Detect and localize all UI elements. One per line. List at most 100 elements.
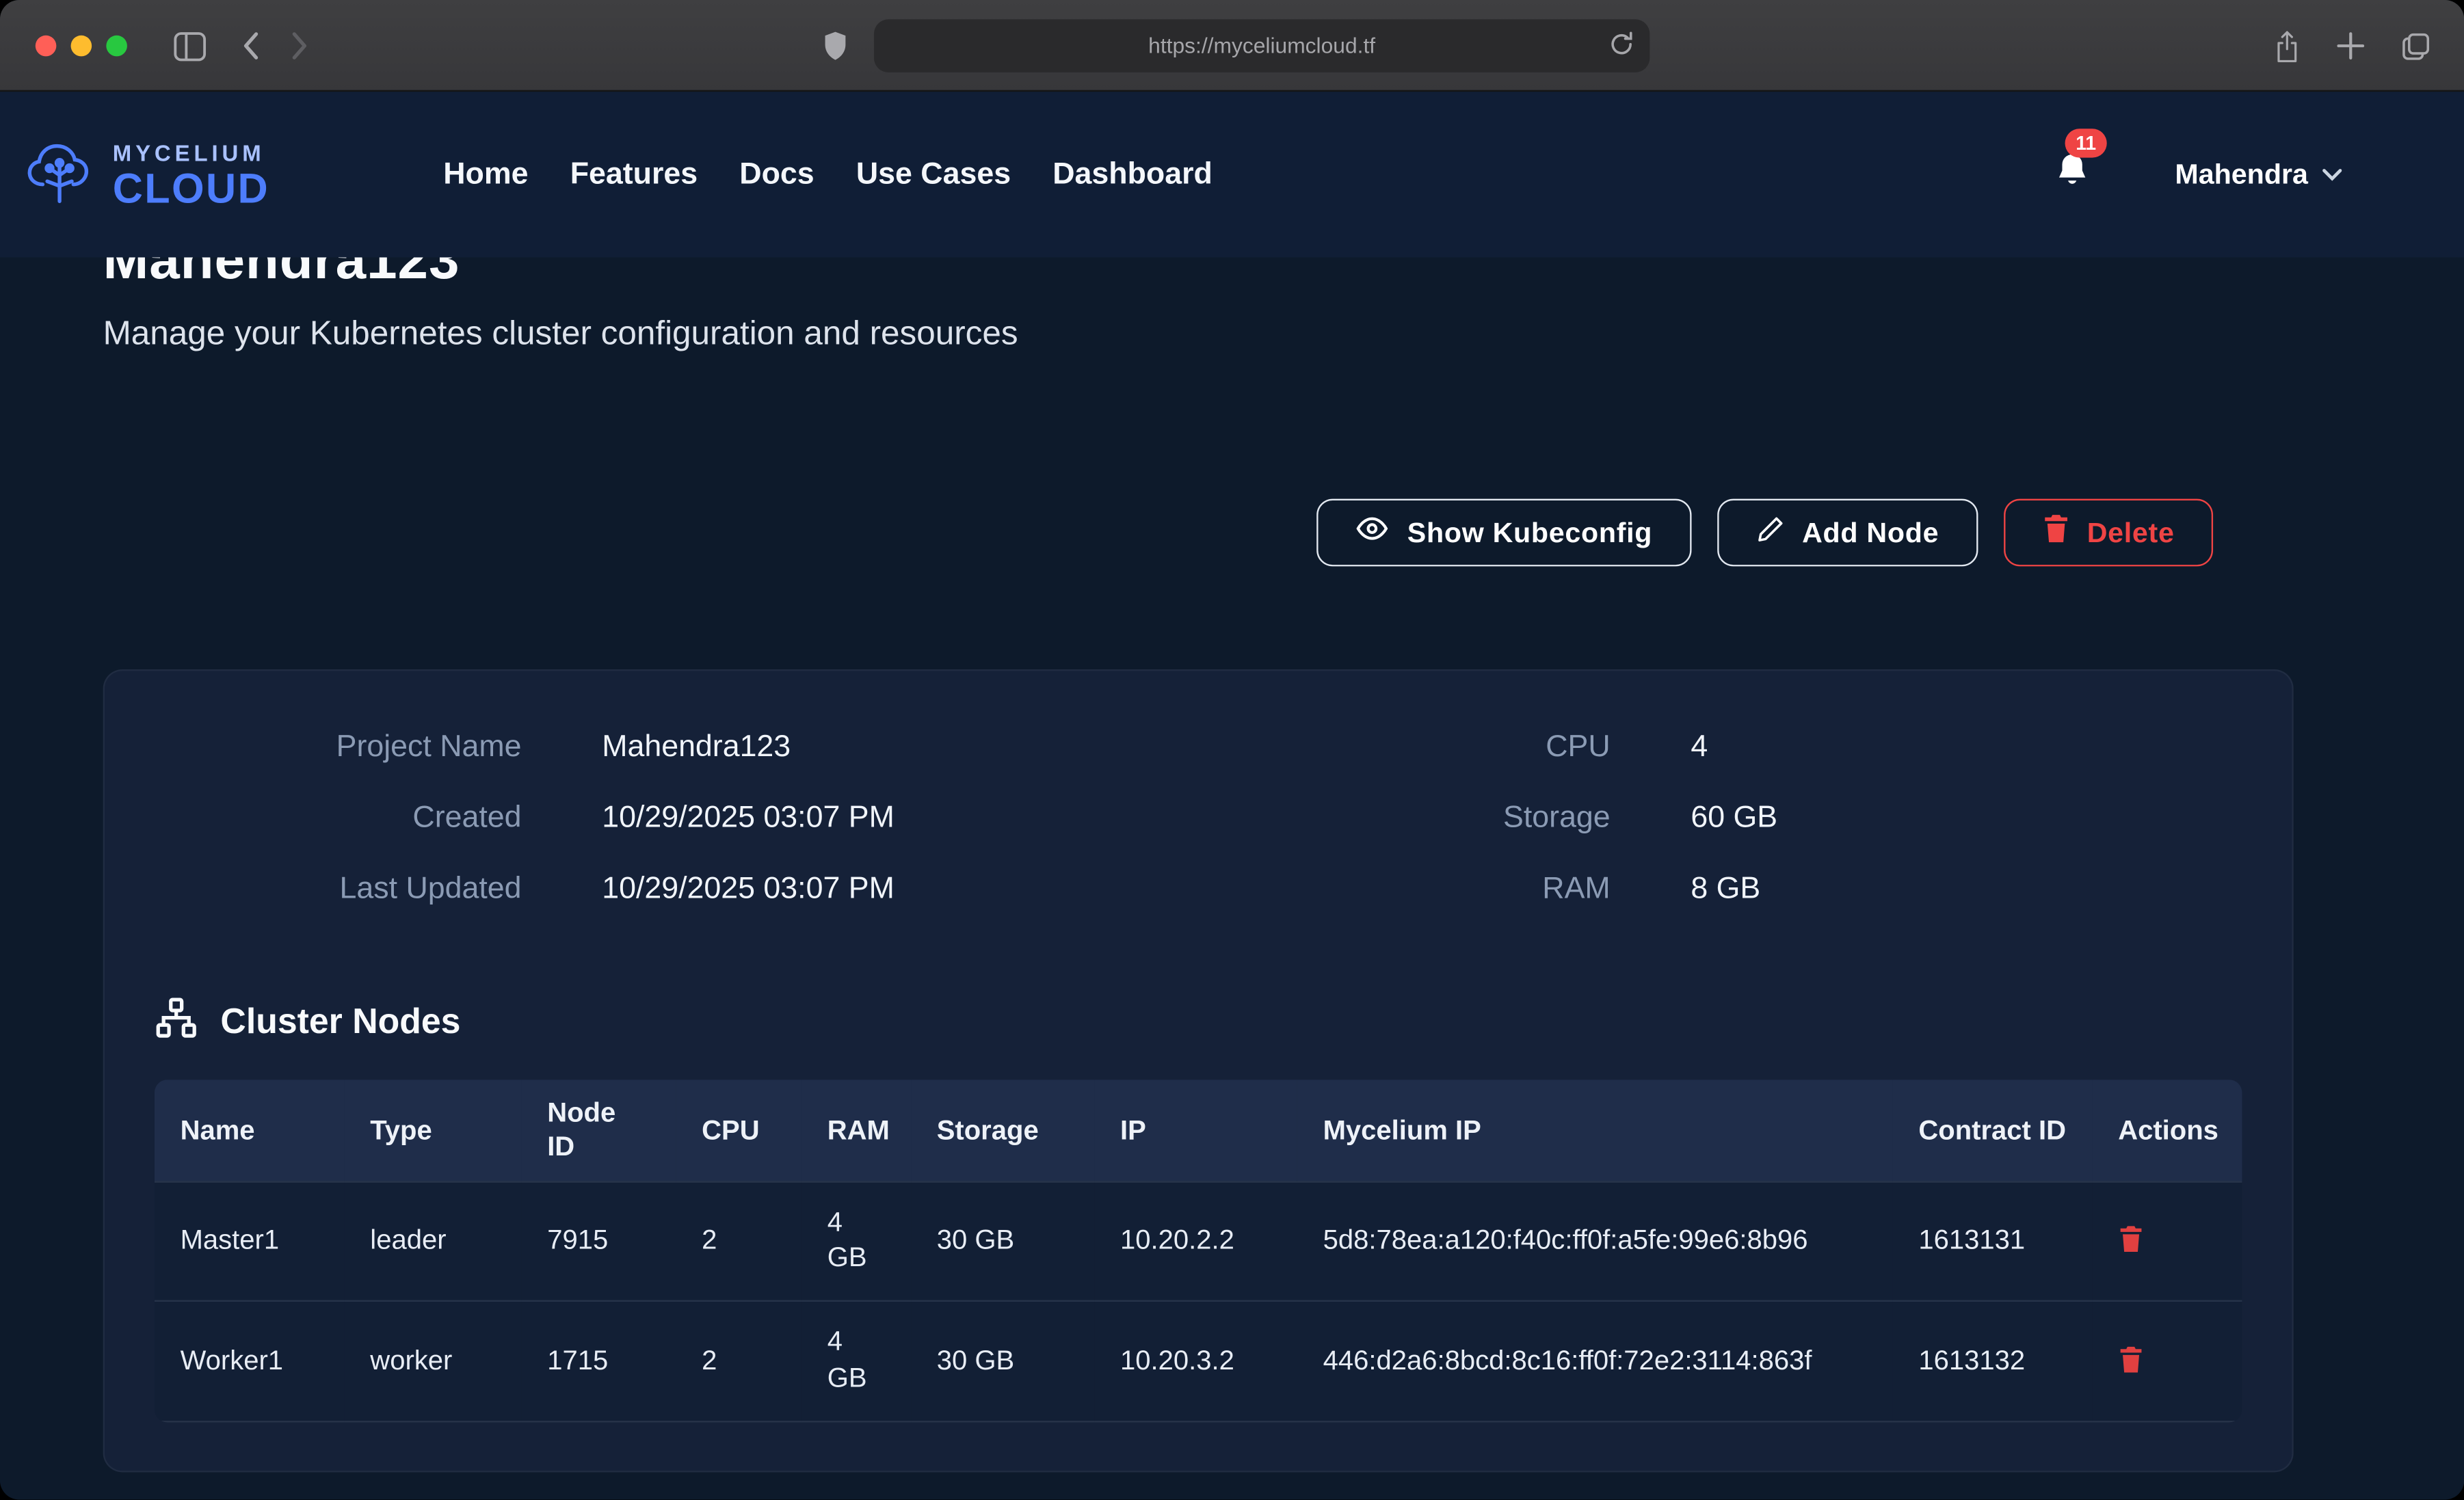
nodes-table-header-cell: Actions [2093, 1080, 2242, 1181]
detail-label: Created [155, 801, 522, 837]
detail-value: 8 GB [1691, 872, 2242, 908]
detail-row: Project Name Mahendra123 [155, 713, 1198, 784]
nav-link-label: Docs [739, 157, 814, 190]
summary-left-column: Project Name Mahendra123 Created 10/29/2… [155, 713, 1198, 926]
close-window-button[interactable] [36, 36, 57, 57]
summary-right-column: CPU 4 Storage 60 GB RAM 8 GB [1198, 713, 2242, 926]
nav-link[interactable]: Home [443, 157, 528, 192]
detail-value: 10/29/2025 03:07 PM [602, 872, 1198, 908]
minimize-window-button[interactable] [71, 36, 92, 57]
cell-storage: 30 GB [911, 1181, 1094, 1301]
cell-cpu: 2 [676, 1302, 802, 1422]
nodes-table-header-cell: Contract ID [1893, 1080, 2093, 1181]
chevron-down-icon [2322, 168, 2342, 182]
cluster-actions: Show Kubeconfig Add Node Delete [103, 499, 2213, 567]
cell-actions [2093, 1302, 2242, 1422]
detail-label: CPU [1198, 730, 1610, 766]
cell-type: worker [345, 1302, 522, 1422]
detail-value: 60 GB [1691, 801, 2242, 837]
table-row: Master1 leader 7915 2 4 GB 30 GB 10.20.2… [155, 1181, 2242, 1301]
nodes-table-header-row: Name Type Node ID CPU RAM [155, 1080, 2242, 1181]
cell-ram: 4 GB [802, 1302, 911, 1422]
add-node-button[interactable]: Add Node [1717, 499, 1977, 567]
detail-label: Storage [1198, 801, 1610, 837]
nodes-table-header-cell: Type [345, 1080, 522, 1181]
nodes-table-header-cell: Storage [911, 1080, 1094, 1181]
show-kubeconfig-label: Show Kubeconfig [1407, 515, 1652, 549]
add-node-label: Add Node [1802, 515, 1939, 549]
cell-ip: 10.20.2.2 [1094, 1181, 1297, 1301]
user-name: Mahendra [2175, 158, 2308, 191]
show-kubeconfig-button[interactable]: Show Kubeconfig [1317, 499, 1691, 567]
cell-node-id: 1715 [522, 1302, 676, 1422]
detail-row: CPU 4 [1198, 713, 2242, 784]
detail-row: Storage 60 GB [1198, 784, 2242, 855]
cell-cpu: 2 [676, 1181, 802, 1301]
cell-name: Master1 [155, 1181, 345, 1301]
browser-window: https://myceliumcloud.tf [0, 0, 2464, 1499]
delete-cluster-button[interactable]: Delete [2003, 499, 2213, 567]
zoom-window-button[interactable] [106, 36, 127, 57]
forward-icon[interactable] [291, 31, 309, 62]
cell-contract-id: 1613131 [1893, 1181, 2093, 1301]
cluster-summary: Project Name Mahendra123 Created 10/29/2… [155, 713, 2242, 926]
cell-ip: 10.20.3.2 [1094, 1302, 1297, 1422]
cell-node-id: 7915 [522, 1181, 676, 1301]
trash-icon [2042, 513, 2069, 552]
logo-text-top: MYCELIUM [113, 141, 269, 163]
notifications-button[interactable]: 11 [2054, 150, 2091, 199]
back-icon[interactable] [241, 31, 259, 62]
pencil-icon [1756, 514, 1784, 551]
cell-contract-id: 1613132 [1893, 1302, 2093, 1422]
cell-name: Worker1 [155, 1302, 345, 1422]
nodes-table: Name Type Node ID CPU RAM [155, 1080, 2242, 1423]
tabs-icon[interactable] [2400, 30, 2432, 62]
page-content: Mahendra123 Manage your Kubernetes clust… [0, 258, 2464, 1500]
cell-mycelium-ip: 5d8:78ea:a120:f40c:ff0f:a5fe:99e6:8b96 [1297, 1181, 1893, 1301]
plus-icon[interactable] [2337, 32, 2364, 59]
cell-type: leader [345, 1181, 522, 1301]
page-subtitle: Manage your Kubernetes cluster configura… [103, 315, 2294, 353]
detail-row: Created 10/29/2025 03:07 PM [155, 784, 1198, 855]
share-icon[interactable] [2273, 28, 2301, 64]
page-title: Mahendra123 [103, 258, 2294, 293]
trash-icon [2118, 1345, 2144, 1378]
sidebar-toggle-icon[interactable] [170, 30, 209, 62]
nav-link[interactable]: Use Cases [856, 157, 1011, 192]
detail-row: Last Updated 10/29/2025 03:07 PM [155, 855, 1198, 926]
logo-text-bottom: CLOUD [113, 167, 269, 209]
detail-value: 4 [1691, 730, 2242, 766]
app-navbar: MYCELIUM CLOUD Home Features Docs Use Ca… [0, 92, 2464, 257]
cluster-nodes-title: Cluster Nodes [220, 1001, 460, 1043]
nav-link[interactable]: Dashboard [1052, 157, 1213, 192]
detail-value: Mahendra123 [602, 730, 1198, 766]
cell-mycelium-ip: 446:d2a6:8bcd:8c16:ff0f:72e2:3114:863f [1297, 1302, 1893, 1422]
nodes-table-header-cell: Mycelium IP [1297, 1080, 1893, 1181]
delete-label: Delete [2087, 515, 2175, 549]
nav-links: Home Features Docs Use Cases Dashboard [443, 157, 1213, 192]
cell-ram: 4 GB [802, 1181, 911, 1301]
cluster-details-card: Project Name Mahendra123 Created 10/29/2… [103, 669, 2294, 1473]
nav-link[interactable]: Docs [739, 157, 814, 192]
user-menu[interactable]: Mahendra [2175, 158, 2342, 191]
nodes-table-header-cell: RAM [802, 1080, 911, 1181]
bell-icon [2054, 170, 2091, 197]
detail-label: Project Name [155, 730, 522, 766]
address-bar[interactable]: https://myceliumcloud.tf [874, 19, 1650, 72]
shield-icon[interactable] [823, 31, 849, 69]
nav-link-label: Use Cases [856, 157, 1011, 190]
delete-node-button[interactable] [2118, 1345, 2144, 1378]
logo[interactable]: MYCELIUM CLOUD [23, 137, 269, 213]
delete-node-button[interactable] [2118, 1224, 2144, 1258]
logo-icon [23, 137, 96, 213]
cluster-nodes-heading: Cluster Nodes [155, 996, 2242, 1047]
detail-label: Last Updated [155, 872, 522, 908]
window-controls [36, 36, 127, 57]
cell-actions [2093, 1181, 2242, 1301]
nodes-table-header-cell: Node ID [522, 1080, 676, 1181]
eye-icon [1355, 515, 1389, 550]
nav-link[interactable]: Features [570, 157, 698, 192]
table-row: Worker1 worker 1715 2 4 GB 30 GB 10.20.3… [155, 1302, 2242, 1422]
cluster-nodes-icon [155, 996, 198, 1047]
reload-icon[interactable] [1608, 31, 1635, 66]
